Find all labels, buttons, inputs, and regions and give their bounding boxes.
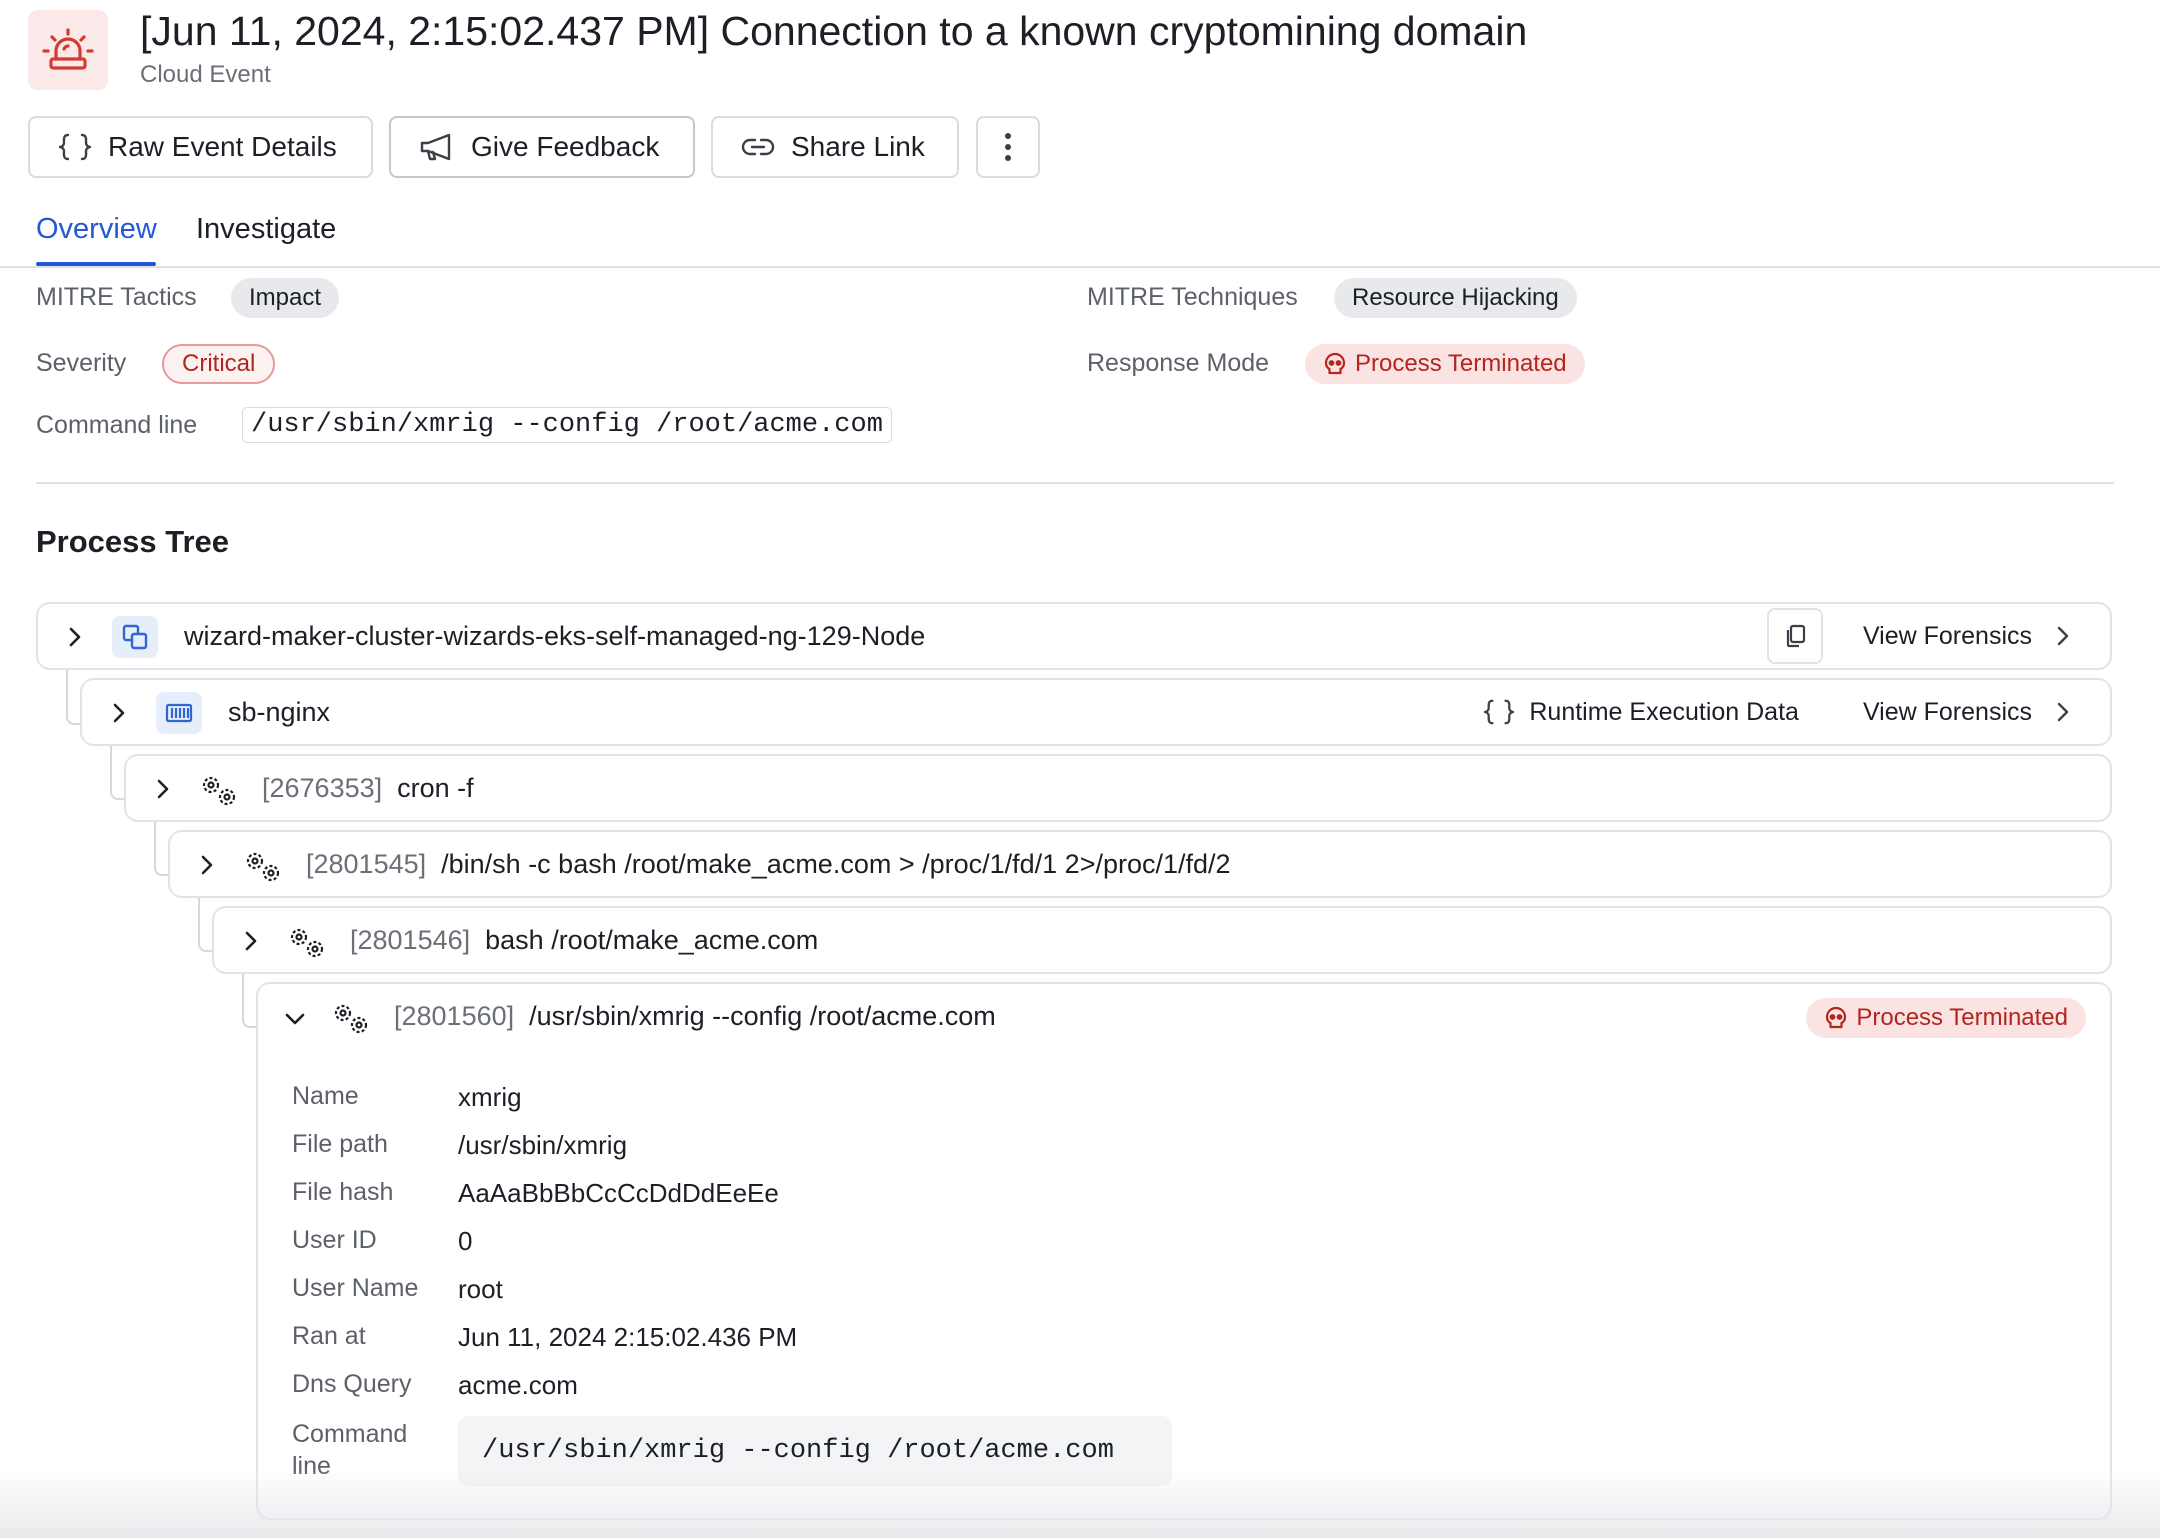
process-tree-title: Process Tree [36,524,230,559]
gears-icon [290,928,324,958]
mitre-tactics-label: MITRE Tactics [36,283,197,311]
detail-label: File path [292,1130,388,1158]
vertical-dots-icon [1005,133,1011,161]
chevron-right-icon[interactable] [196,854,218,876]
link-icon [741,138,775,156]
process-row[interactable]: [2801545] /bin/sh -c bash /root/make_acm… [168,830,2112,898]
node-name: wizard-maker-cluster-wizards-eks-self-ma… [184,621,926,651]
gears-icon [246,852,280,882]
detail-value: xmrig [458,1082,522,1112]
more-options-button[interactable] [976,116,1040,178]
detail-value: /usr/sbin/xmrig [458,1130,628,1160]
siren-alert-icon [28,10,108,90]
give-feedback-label: Give Feedback [471,131,660,162]
chevron-right-icon[interactable] [64,626,86,648]
selected-process-panel: [2801560] /usr/sbin/xmrig --config /root… [256,982,2112,1520]
view-forensics-link[interactable]: View Forensics [1863,622,2070,651]
view-forensics-link[interactable]: View Forensics [1863,698,2070,727]
process-row[interactable]: [2801546] bash /root/make_acme.com [212,906,2112,974]
process-command: /usr/sbin/xmrig --config /root/acme.com [529,1001,996,1031]
gears-icon [334,1004,368,1034]
chevron-right-icon[interactable] [152,778,174,800]
tabs-divider [0,266,2160,268]
copy-icon [1786,624,1806,648]
response-mode-label: Response Mode [1087,349,1270,377]
page-title: [Jun 11, 2024, 2:15:02.437 PM] Connectio… [140,8,1528,54]
megaphone-icon [420,133,451,161]
skull-icon [1324,352,1346,375]
page-subtitle: Cloud Event [140,61,271,88]
view-forensics-label: View Forensics [1862,621,2032,650]
response-mode-badge: Process Terminated [1305,344,1585,384]
mitre-tactic-chip: Impact [231,278,340,318]
section-divider [36,482,2114,484]
process-pid: [2676353] [262,773,383,803]
process-status-badge: Process Terminated [1806,998,2086,1038]
runtime-execution-data-link[interactable]: Runtime Execution Data [1483,698,1799,727]
detail-label: Command line [292,1420,408,1480]
process-tree-node-row[interactable]: wizard-maker-cluster-wizards-eks-self-ma… [36,602,2112,670]
process-command: cron -f [397,773,474,803]
process-pid: [2801545] [306,849,427,879]
process-command: bash /root/make_acme.com [485,925,819,955]
runtime-execution-data-label: Runtime Execution Data [1529,697,1799,726]
chevron-right-icon[interactable] [240,930,262,952]
response-mode-value: Process Terminated [1355,350,1567,377]
process-pid: [2801560] [394,1001,515,1031]
command-line-label: Command line [36,411,198,439]
view-forensics-label: View Forensics [1862,697,2032,726]
detail-label: User ID [292,1226,377,1254]
gears-icon [202,776,236,806]
process-tree-container-row[interactable]: sb-nginx Runtime Execution Data View For… [80,678,2112,746]
detail-value: AaAaBbBbCcCcDdDdEeEe [458,1178,779,1208]
mitre-technique-chip: Resource Hijacking [1334,278,1577,318]
container-icon [156,692,202,734]
command-line-value: /usr/sbin/xmrig --config /root/acme.com [242,407,892,443]
detail-label: User Name [292,1274,419,1302]
process-status-label: Process Terminated [1856,1004,2068,1031]
curly-braces-icon [1484,699,1515,725]
detail-value: Jun 11, 2024 2:15:02.436 PM [458,1322,798,1352]
process-pid: [2801546] [350,925,471,955]
detail-label: Name [292,1082,359,1110]
severity-label: Severity [36,349,127,377]
copy-button[interactable] [1766,608,1823,664]
mitre-techniques-label: MITRE Techniques [1087,283,1298,311]
command-line-code: /usr/sbin/xmrig --config /root/acme.com [458,1416,1172,1486]
curly-braces-icon [58,133,92,161]
tab-overview[interactable]: Overview [36,213,157,246]
chevron-right-icon [2057,702,2069,722]
detail-label: Ran at [292,1322,366,1350]
process-row[interactable]: [2676353] cron -f [124,754,2112,822]
severity-badge: Critical [162,344,276,384]
container-name: sb-nginx [228,697,331,727]
share-link-button[interactable]: Share Link [711,116,959,178]
chevron-right-icon [2057,626,2069,646]
chevron-right-icon[interactable] [108,702,130,724]
node-icon [112,616,158,658]
detail-label: File hash [292,1178,394,1206]
give-feedback-button[interactable]: Give Feedback [389,116,695,178]
share-link-label: Share Link [791,131,925,162]
chevron-down-icon[interactable] [284,1008,306,1030]
raw-event-details-label: Raw Event Details [108,131,337,162]
detail-label: Dns Query [292,1370,412,1398]
detail-value: 0 [458,1226,473,1256]
skull-icon [1826,1006,1847,1029]
process-command: /bin/sh -c bash /root/make_acme.com > /p… [441,849,1231,879]
detail-value: root [458,1274,503,1304]
raw-event-details-button[interactable]: Raw Event Details [28,116,373,178]
detail-value: acme.com [458,1370,578,1400]
tab-investigate[interactable]: Investigate [196,213,336,246]
